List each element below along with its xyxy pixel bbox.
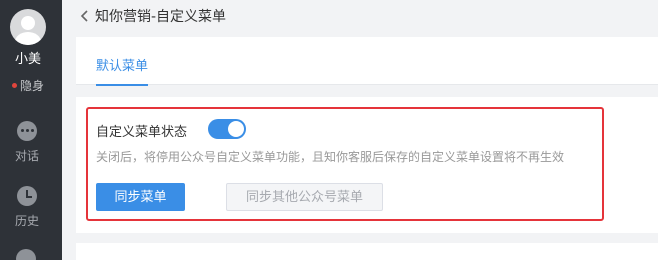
user-status[interactable]: 隐身 bbox=[0, 77, 56, 94]
sidebar: 小美 隐身 对话 历史 bbox=[0, 0, 62, 260]
menu-status-toggle[interactable] bbox=[208, 119, 246, 139]
menu-status-label: 自定义菜单状态 bbox=[96, 125, 188, 140]
nav-item-chat-label: 对话 bbox=[14, 149, 39, 163]
nav-item-chat[interactable]: 对话 bbox=[0, 121, 54, 164]
status-dot-icon bbox=[11, 83, 17, 88]
page-title: 知你营销-自定义菜单 bbox=[95, 9, 227, 25]
avatar-body-shape bbox=[15, 32, 41, 45]
nav-item-history[interactable]: 历史 bbox=[0, 186, 54, 229]
pie-chart-icon[interactable] bbox=[16, 249, 36, 260]
avatar-head-shape bbox=[21, 16, 35, 30]
toggle-knob bbox=[228, 121, 244, 137]
user-name: 小美 bbox=[14, 52, 41, 67]
bottom-panel bbox=[76, 243, 658, 260]
back-arrow-icon[interactable] bbox=[78, 9, 92, 23]
tab-default-menu[interactable]: 默认菜单 bbox=[96, 55, 149, 86]
user-status-label: 隐身 bbox=[19, 79, 44, 93]
tab-bar: 默认菜单 bbox=[76, 37, 658, 86]
topbar: 知你营销-自定义菜单 bbox=[62, 0, 658, 34]
sync-menu-button[interactable]: 同步菜单 bbox=[96, 183, 185, 211]
menu-status-description: 关闭后，将停用公众号自定义菜单功能，且知你客服后保存的自定义菜单设置将不再生效 bbox=[96, 150, 565, 164]
menu-settings-panel: 自定义菜单状态 关闭后，将停用公众号自定义菜单功能，且知你客服后保存的自定义菜单… bbox=[76, 97, 658, 233]
chat-bubble-icon bbox=[17, 121, 37, 141]
sync-other-menu-button[interactable]: 同步其他公众号菜单 bbox=[226, 183, 383, 211]
nav-item-history-label: 历史 bbox=[14, 214, 39, 228]
avatar[interactable] bbox=[10, 9, 46, 45]
clock-icon bbox=[17, 186, 37, 206]
